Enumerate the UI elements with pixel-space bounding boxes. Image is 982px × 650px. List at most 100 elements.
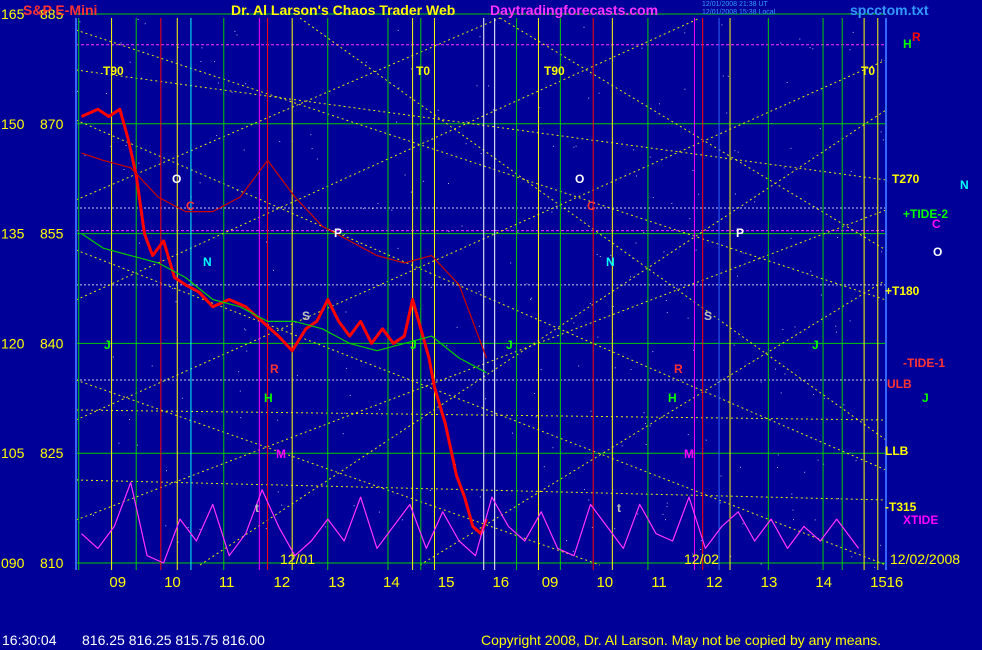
star [666,506,668,508]
timestamp-ut: 12/01/2008 21:38 UT [702,1,768,8]
timestamp-block: 12/01/2008 21:38 UT 12/01/2008 15:38 Loc… [702,1,775,17]
x-tick-label: 16 [492,574,509,591]
star [401,519,403,521]
star [641,47,643,49]
right-label: XTIDE [903,513,938,527]
star [120,42,122,44]
star [614,528,616,530]
star [799,38,801,40]
x-tick-label: 10 [596,574,613,591]
star [695,249,697,251]
star [277,419,279,421]
star [596,254,598,255]
star [238,371,240,373]
star [881,251,883,253]
star [810,270,812,272]
star [837,237,839,238]
star [790,147,792,149]
star [245,83,247,85]
star [214,61,216,63]
y-tick-price: 810 [40,555,64,571]
star [493,109,494,111]
star [835,325,837,327]
right-labels: H R T270 N +TIDE-2CO +T180 -TIDE-1 ULB J LLB -T315… [885,30,969,527]
star [377,203,379,205]
cycle-marker-label: T90 [103,64,124,78]
right-label: +T180 [885,284,920,298]
star [391,209,393,211]
cycle-marker-label: T90 [544,64,565,78]
star [279,141,281,143]
star [166,470,167,472]
star [589,303,591,304]
y-tick-labels: 165 885150 870135 855120 840105 825090 810 [1,6,64,571]
star [543,466,545,468]
star [737,151,739,153]
star [201,47,203,49]
plot-area [76,18,886,570]
chart-marker: J [506,338,513,352]
star [692,170,694,171]
star [665,519,666,521]
star [165,525,167,527]
right-label: -T315 [885,500,917,514]
star [246,350,248,352]
star [671,202,673,204]
star [465,143,467,145]
star [217,82,219,84]
star [517,231,519,233]
chart-marker: O [172,172,181,186]
star [812,48,814,50]
star [621,445,623,447]
star [791,493,793,495]
star [849,320,851,322]
chart-marker: P [736,226,744,240]
right-label: R [912,30,921,44]
star [783,167,785,169]
star [552,447,554,449]
chart-marker: t [617,501,621,515]
chart-marker: H [668,391,677,405]
star [311,148,313,150]
star [456,326,458,328]
star [662,513,664,515]
star [652,197,654,198]
star [410,68,412,70]
star [652,351,654,353]
star [689,218,691,220]
date-label: 12/01 [280,551,315,567]
x-tick-label: 15 [870,574,887,591]
chart-marker: J [104,338,111,352]
star [244,328,245,330]
star [397,247,399,249]
x-tick-label: 15 [438,574,455,591]
chart-marker: N [606,255,615,269]
x-tick-label: 13 [761,574,778,591]
star [880,131,882,133]
star [649,156,651,158]
star [665,300,667,301]
star [448,183,449,184]
star [717,382,719,384]
chart-marker: P [334,226,342,240]
star [479,36,481,38]
star [700,540,702,542]
star [727,75,729,77]
site-link[interactable]: Daytradingforecasts.com [490,2,658,18]
star [446,345,448,347]
star [437,109,439,111]
star [171,288,173,290]
x-tick-label: 14 [383,574,400,591]
star [687,317,689,319]
star [540,369,542,370]
star [245,329,247,331]
star [636,175,637,177]
star [273,269,274,271]
star [676,288,678,290]
star [216,135,218,137]
star [780,42,782,44]
star [151,365,153,367]
star [687,434,689,436]
star [734,193,736,195]
star [396,121,397,123]
